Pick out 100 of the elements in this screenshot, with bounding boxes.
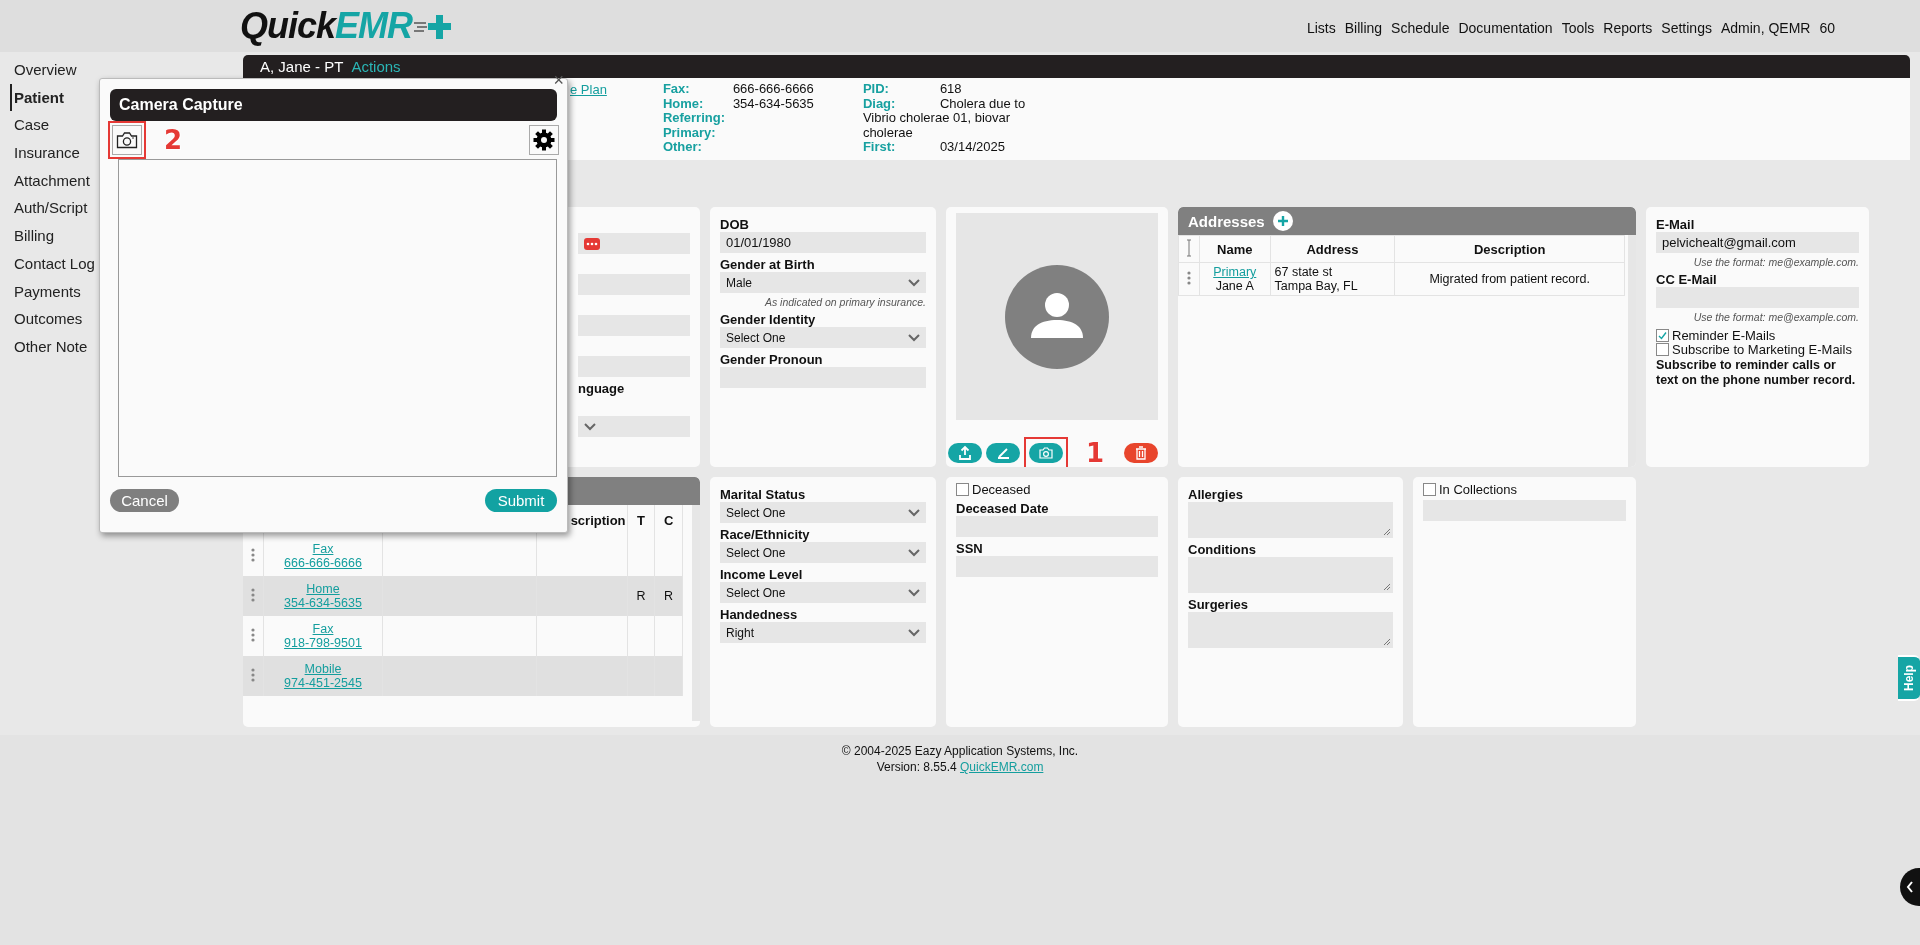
chevron-down-icon xyxy=(908,588,920,597)
collapse-button[interactable] xyxy=(1900,868,1920,906)
checkbox-label: Deceased xyxy=(972,483,1031,497)
logo: QuickEMR xyxy=(240,5,453,47)
select-field[interactable]: Select One xyxy=(720,502,926,523)
plus-icon xyxy=(1277,216,1288,226)
table-cell: Jane A xyxy=(1215,279,1254,293)
patient-name: A, Jane - PT xyxy=(260,58,344,75)
step-number: 2 xyxy=(164,125,183,155)
pen-icon xyxy=(995,445,1011,461)
table-cell: Migrated from patient record. xyxy=(1394,262,1625,296)
cancel-button[interactable]: Cancel xyxy=(110,489,179,512)
column-header: C xyxy=(654,505,683,536)
nav-link[interactable]: Reports xyxy=(1603,20,1653,36)
checkbox-label: Subscribe to Marketing E-Mails xyxy=(1672,343,1852,357)
drag-handle-icon[interactable] xyxy=(250,546,255,563)
table-cell: R xyxy=(664,589,674,603)
field-hint: As indicated on primary insurance. xyxy=(763,296,926,308)
actions-link[interactable]: Actions xyxy=(351,58,401,75)
field-label: Marital Status xyxy=(720,487,807,502)
column-header: Address xyxy=(1270,235,1395,263)
more-icon[interactable] xyxy=(584,237,600,250)
card-title: Addresses xyxy=(1188,212,1265,230)
resize-grip-icon[interactable] xyxy=(1383,583,1391,591)
summary-label: Other: xyxy=(662,140,702,155)
summary-label: Home: xyxy=(662,96,705,111)
version-text: Version: 8.55.4 xyxy=(876,760,957,774)
field-label: Allergies xyxy=(1188,487,1244,502)
trash-icon xyxy=(1133,445,1149,461)
field-label: Conditions xyxy=(1188,542,1257,557)
field-label: Deceased Date xyxy=(956,501,1050,516)
chevron-left-icon xyxy=(1906,881,1914,893)
settings-button[interactable] xyxy=(529,125,559,155)
step-number: 1 xyxy=(1086,438,1105,467)
summary-value: 666-666-6666 xyxy=(732,82,814,97)
camera-icon xyxy=(1038,445,1054,461)
drag-handle-icon[interactable] xyxy=(250,586,255,603)
field-label: Gender at Birth xyxy=(720,257,816,272)
field-label: DOB xyxy=(720,217,750,232)
select-field[interactable]: Select One xyxy=(720,542,926,563)
scrollbar[interactable] xyxy=(692,505,700,721)
nav-link[interactable]: Lists xyxy=(1306,20,1336,36)
column-header: T xyxy=(627,505,655,536)
field-label: Income Level xyxy=(720,567,804,582)
checkbox-label: Reminder E-Mails xyxy=(1672,329,1776,343)
summary-label: Primary: xyxy=(662,125,716,140)
nav-link[interactable]: Tools xyxy=(1561,20,1595,36)
drag-handle-icon[interactable] xyxy=(250,626,255,643)
nav-link[interactable]: Documentation xyxy=(1458,20,1553,36)
camera-icon xyxy=(116,131,138,149)
select-field[interactable] xyxy=(578,416,690,437)
table-cell: R xyxy=(636,589,646,603)
note-text: Subscribe to reminder calls or text on the phone number record. xyxy=(1656,358,1857,388)
table-cell: 67 state st xyxy=(1274,265,1333,279)
chevron-down-icon xyxy=(584,422,596,431)
photo-button[interactable] xyxy=(948,443,982,463)
avatar-icon xyxy=(1005,264,1109,369)
text-field[interactable]: 01/01/1980 xyxy=(720,232,926,253)
summary-value: 354-634-5635 xyxy=(732,96,814,111)
field-label: E-Mail xyxy=(1656,217,1696,232)
chevron-down-icon xyxy=(908,278,920,287)
copyright-text: © 2004-2025 Eazy Application Systems, Inc. xyxy=(841,744,1079,758)
photo-button[interactable] xyxy=(1029,443,1063,463)
field-label: nguage xyxy=(578,381,626,396)
resize-grip-icon[interactable] xyxy=(1383,638,1391,646)
nav-link[interactable]: Schedule xyxy=(1391,20,1450,36)
checkbox-label: In Collections xyxy=(1439,483,1518,497)
column-header: Description xyxy=(1394,235,1625,263)
nav-link[interactable]: Admin, QEMR xyxy=(1720,20,1811,36)
resize-icon xyxy=(1186,238,1192,257)
delete-button[interactable] xyxy=(1124,443,1158,463)
summary-entry: PID: 618 xyxy=(862,82,963,97)
drag-handle-icon[interactable] xyxy=(250,666,255,683)
add-button[interactable] xyxy=(1272,211,1293,231)
checkbox[interactable] xyxy=(1656,343,1669,356)
text-field[interactable]: pelvichealt@gmail.com xyxy=(1656,232,1859,253)
field-label: CC E-Mail xyxy=(1656,272,1718,287)
nav-link[interactable]: Settings xyxy=(1661,20,1712,36)
checkbox[interactable] xyxy=(1656,329,1669,342)
select-field[interactable]: Right xyxy=(720,622,926,643)
checkbox[interactable] xyxy=(1423,483,1436,496)
field-label: SSN xyxy=(956,541,984,556)
dialog-title: Camera Capture xyxy=(119,96,243,114)
select-field[interactable]: Male xyxy=(720,272,926,293)
checkbox[interactable] xyxy=(956,483,969,496)
chevron-down-icon xyxy=(908,548,920,557)
drag-handle-icon[interactable] xyxy=(1187,269,1191,286)
field-label: Race/Ethnicity xyxy=(720,527,811,542)
photo-button[interactable] xyxy=(986,443,1020,463)
select-field[interactable]: Select One xyxy=(720,582,926,603)
field-hint: Use the format: me@example.com. xyxy=(1692,256,1859,268)
nav-link[interactable]: Billing xyxy=(1344,20,1383,36)
nav-link[interactable]: 60 xyxy=(1819,20,1835,36)
summary-label: Referring: xyxy=(662,111,726,126)
column-header: Name xyxy=(1199,235,1271,263)
chevron-down-icon xyxy=(908,333,920,342)
select-field[interactable]: Select One xyxy=(720,327,926,348)
field-label: Gender Pronoun xyxy=(720,352,824,367)
text-field[interactable] xyxy=(578,233,690,254)
resize-grip-icon[interactable] xyxy=(1383,528,1391,536)
